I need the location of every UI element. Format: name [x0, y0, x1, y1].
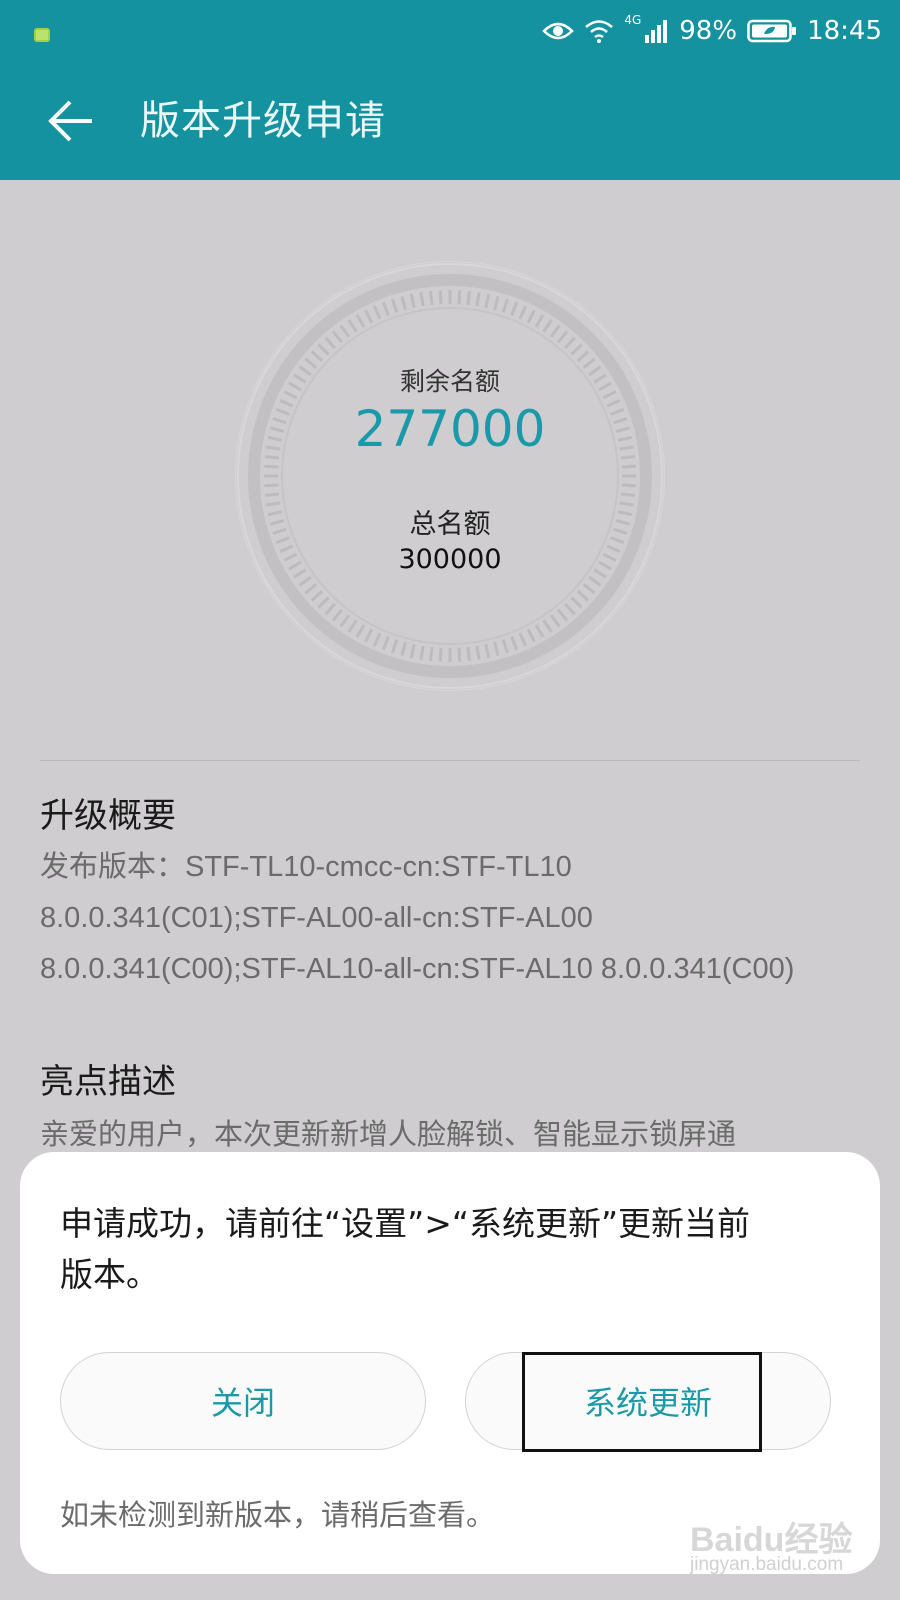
signal-icon — [645, 20, 668, 43]
network-type: 4G — [624, 13, 642, 27]
highlight-annotation-box — [522, 1352, 762, 1452]
clock-time: 18:45 — [807, 16, 882, 46]
back-arrow-icon — [48, 100, 92, 142]
total-quota-value: 300000 — [398, 544, 502, 575]
summary-line: 8.0.0.341(C01);STF-AL00-all-cn:STF-AL00 — [40, 902, 593, 934]
wifi-icon — [585, 20, 614, 43]
watermark-url: jingyan.baidu.com — [690, 1554, 844, 1575]
status-bar: 4G 98% 18:45 — [0, 0, 900, 62]
total-quota-label: 总名额 — [409, 509, 491, 540]
dialog-note: 如未检测到新版本，请稍后查看。 — [60, 1498, 496, 1532]
back-button[interactable] — [40, 90, 102, 152]
summary-line: 发布版本：STF-TL10-cmcc-cn:STF-TL10 — [40, 851, 572, 883]
section-divider — [40, 760, 860, 761]
message-notification-icon — [34, 28, 50, 42]
dialog-message-line: 申请成功，请前往“设置”>“系统更新”更新当前 — [60, 1204, 751, 1243]
success-dialog: 申请成功，请前往“设置”>“系统更新”更新当前 版本。 关闭 系统更新 如未检测… — [20, 1152, 880, 1574]
summary-line: 8.0.0.341(C00);STF-AL10-all-cn:STF-AL10 … — [40, 953, 795, 985]
page-title: 版本升级申请 — [140, 98, 386, 144]
battery-icon — [747, 19, 797, 43]
close-button[interactable]: 关闭 — [60, 1352, 426, 1450]
battery-percent: 98% — [679, 16, 738, 46]
summary-title: 升级概要 — [40, 796, 176, 836]
eye-comfort-icon — [542, 22, 575, 40]
summary-body: 发布版本：STF-TL10-cmcc-cn:STF-TL10 8.0.0.341… — [40, 842, 870, 995]
watermark: Baidu经验 jingyan.baidu.com — [690, 1512, 890, 1584]
status-indicators: 4G 98% 18:45 — [542, 13, 882, 49]
remaining-quota-label: 剩余名额 — [399, 367, 500, 396]
dial-ring — [237, 263, 663, 689]
quota-dial: 剩余名额 277000 总名额 300000 — [236, 262, 664, 690]
highlights-title: 亮点描述 — [40, 1062, 176, 1102]
dialog-message-line: 版本。 — [60, 1255, 159, 1294]
remaining-quota-value: 277000 — [354, 400, 546, 458]
dialog-message: 申请成功，请前往“设置”>“系统更新”更新当前 版本。 — [60, 1198, 840, 1300]
app-toolbar: 版本升级申请 — [0, 62, 900, 180]
